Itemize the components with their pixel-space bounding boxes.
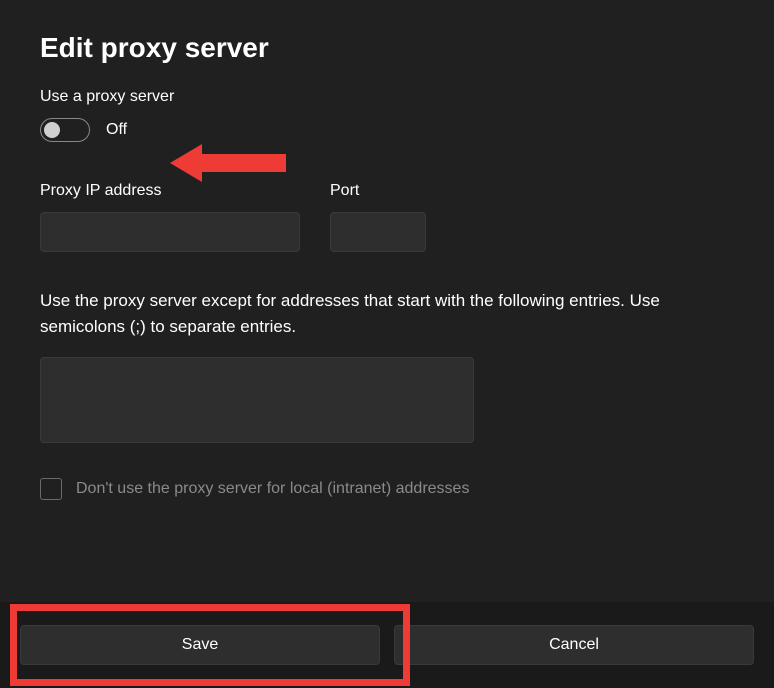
local-addresses-label: Don't use the proxy server for local (in… <box>76 480 469 498</box>
dialog-button-bar: Save Cancel <box>0 602 774 688</box>
local-addresses-checkbox[interactable] <box>40 478 62 500</box>
ip-label: Proxy IP address <box>40 182 300 200</box>
proxy-toggle[interactable] <box>40 118 90 142</box>
exceptions-description: Use the proxy server except for addresse… <box>40 288 734 339</box>
exceptions-input[interactable] <box>40 357 474 443</box>
toggle-label: Use a proxy server <box>40 88 734 106</box>
toggle-knob-icon <box>44 122 60 138</box>
proxy-ip-input[interactable] <box>40 212 300 252</box>
toggle-state-text: Off <box>106 121 127 139</box>
dialog-title: Edit proxy server <box>40 32 734 64</box>
port-label: Port <box>330 182 426 200</box>
cancel-button[interactable]: Cancel <box>394 625 754 665</box>
proxy-port-input[interactable] <box>330 212 426 252</box>
save-button[interactable]: Save <box>20 625 380 665</box>
